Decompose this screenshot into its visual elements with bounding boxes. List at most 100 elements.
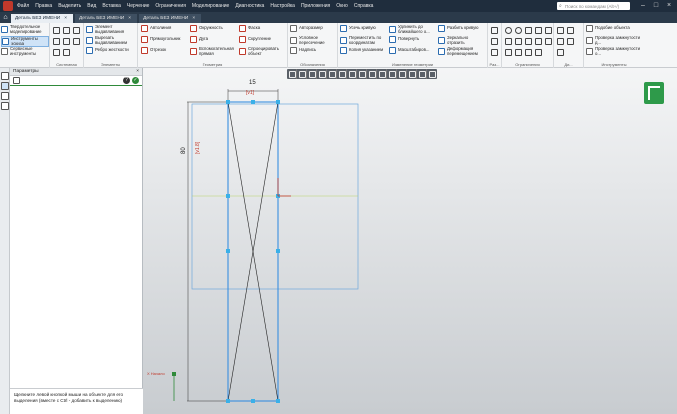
auto-dimension-button[interactable]: Авторазмер	[290, 25, 336, 32]
menu-file[interactable]: Файл	[17, 3, 29, 9]
vertical-icon[interactable]	[515, 38, 522, 45]
diagnostic-icon[interactable]	[557, 27, 564, 34]
extend-button[interactable]: Удлинить до ближайшего о...	[389, 24, 437, 34]
grid-icon[interactable]	[387, 69, 397, 79]
settings-icon[interactable]	[417, 69, 427, 79]
radius-dimension-icon[interactable]	[491, 49, 498, 56]
view-cube[interactable]	[644, 82, 664, 104]
parameters-icon[interactable]	[1, 82, 9, 90]
rotate-button[interactable]: Повернуть	[389, 36, 437, 43]
lock-icon[interactable]	[535, 49, 542, 56]
degrees-of-freedom-icon[interactable]	[557, 38, 564, 45]
perpendicular-icon[interactable]	[535, 27, 542, 34]
tab-document-2[interactable]: Деталь БЕЗ ИМЕНИ ×	[75, 14, 138, 23]
display-mode-icon[interactable]	[337, 69, 347, 79]
redo-icon[interactable]	[63, 49, 70, 56]
horizontal-icon[interactable]	[505, 38, 512, 45]
fix-icon[interactable]	[545, 38, 552, 45]
cut-icon[interactable]	[63, 38, 70, 45]
auxiliary-line-button[interactable]: Вспомогательная прямая	[190, 46, 238, 56]
scale-button[interactable]: Масштабиров...	[389, 47, 437, 54]
ok-button[interactable]: ✓	[132, 77, 139, 84]
help-icon[interactable]: ?	[123, 77, 130, 84]
visibility-icon[interactable]	[357, 69, 367, 79]
section-icon[interactable]	[347, 69, 357, 79]
show-constraints-icon[interactable]	[567, 27, 574, 34]
autoline-button[interactable]: Автолиния	[141, 25, 189, 32]
open-file-icon[interactable]	[63, 27, 70, 34]
concentric-icon[interactable]	[515, 27, 522, 34]
menu-drawing[interactable]: Черчение	[127, 3, 150, 9]
menu-insert[interactable]: Вставка	[102, 3, 121, 9]
angle-dimension-icon[interactable]	[491, 38, 498, 45]
check-icon[interactable]	[567, 38, 574, 45]
rib-button[interactable]: Ребро жесткости	[86, 47, 136, 54]
project-object-button[interactable]: Спроецировать объект	[239, 46, 285, 56]
layers-icon[interactable]	[1, 102, 9, 110]
menu-help[interactable]: Справка	[354, 3, 374, 9]
menu-window[interactable]: Окно	[336, 3, 348, 9]
trim-curve-button[interactable]: Усечь кривую	[340, 25, 388, 32]
command-search-input[interactable]: ⌕ Поиск по командам (Alt+/)	[557, 2, 630, 10]
copy-by-pointing-button[interactable]: Копия указанием	[340, 47, 388, 54]
undo-icon[interactable]	[53, 49, 60, 56]
coincident-icon[interactable]	[505, 27, 512, 34]
fillet-button[interactable]: Скругление	[239, 36, 285, 43]
split-curve-button[interactable]: Разбить кривую	[438, 25, 486, 32]
check-closed-contour-button[interactable]: Проверка замкнутости д...	[586, 35, 642, 45]
parallel-icon[interactable]	[525, 27, 532, 34]
mode-service-tools-button[interactable]: Сервисные инструменты	[1, 46, 49, 56]
select-icon[interactable]	[287, 69, 297, 79]
home-icon[interactable]: ⌂	[0, 12, 11, 23]
tab-close-icon[interactable]: ×	[128, 16, 131, 21]
tab-document-3[interactable]: Деталь БЕЗ ИМЕНИ ×	[139, 14, 202, 23]
pan-icon[interactable]	[307, 69, 317, 79]
conditional-intersection-button[interactable]: Условное пересечение	[290, 35, 336, 45]
check-closed-object-button[interactable]: Проверка замкнутости о...	[586, 46, 642, 56]
pin-icon[interactable]	[13, 77, 20, 84]
mirror-button[interactable]: Зеркально отразить	[438, 35, 486, 45]
pick-icon[interactable]	[427, 69, 437, 79]
menu-constraints[interactable]: Ограничения	[155, 3, 185, 9]
chamfer-button[interactable]: Фаска	[239, 25, 285, 32]
zoom-icon[interactable]	[297, 69, 307, 79]
segment-button[interactable]: Отрезок	[141, 47, 189, 54]
app-logo[interactable]	[3, 1, 13, 11]
tab-close-icon[interactable]: ×	[192, 16, 195, 21]
sketch-drawing[interactable]: 15 [v1] 80 [v1.8] X Начало	[143, 68, 677, 414]
snap-icon[interactable]	[377, 69, 387, 79]
filter-icon[interactable]	[367, 69, 377, 79]
minimize-icon[interactable]: –	[637, 1, 649, 11]
menu-view[interactable]: Вид	[87, 3, 96, 9]
tangent-icon[interactable]	[545, 27, 552, 34]
new-file-icon[interactable]	[53, 27, 60, 34]
menu-applications[interactable]: Приложения	[301, 3, 330, 9]
arc-button[interactable]: Дуга	[190, 36, 238, 43]
extrude-button[interactable]: Элемент выдавливания	[86, 24, 136, 34]
tab-close-icon[interactable]: ×	[64, 16, 67, 21]
equal-icon[interactable]	[525, 38, 532, 45]
dimension-icon[interactable]	[491, 27, 498, 34]
filter-select-icon[interactable]	[407, 69, 417, 79]
menu-modeling[interactable]: Моделирование	[192, 3, 229, 9]
collinear-icon[interactable]	[505, 49, 512, 56]
variables-icon[interactable]	[1, 92, 9, 100]
save-icon[interactable]	[73, 27, 80, 34]
menu-edit[interactable]: Правка	[35, 3, 52, 9]
cut-extrude-button[interactable]: Вырезать выдавливанием	[86, 35, 136, 45]
menu-settings[interactable]: Настройка	[270, 3, 295, 9]
panel-close-icon[interactable]: ×	[136, 68, 139, 76]
point-on-curve-icon[interactable]	[525, 49, 532, 56]
mode-solid-modeling-button[interactable]: Твердотельное моделирование	[1, 24, 49, 34]
symmetric-icon[interactable]	[535, 38, 542, 45]
model-tree-icon[interactable]	[1, 72, 9, 80]
midpoint-icon[interactable]	[515, 49, 522, 56]
similarity-button[interactable]: Подобие объекта	[586, 25, 642, 32]
deform-button[interactable]: Деформация перемещением	[438, 46, 486, 56]
properties-icon[interactable]	[53, 38, 60, 45]
orientation-icon[interactable]	[327, 69, 337, 79]
close-icon[interactable]: ×	[663, 1, 675, 11]
maximize-icon[interactable]: □	[650, 1, 662, 11]
measure-icon[interactable]	[397, 69, 407, 79]
rectangle-button[interactable]: Прямоугольник	[141, 36, 189, 43]
